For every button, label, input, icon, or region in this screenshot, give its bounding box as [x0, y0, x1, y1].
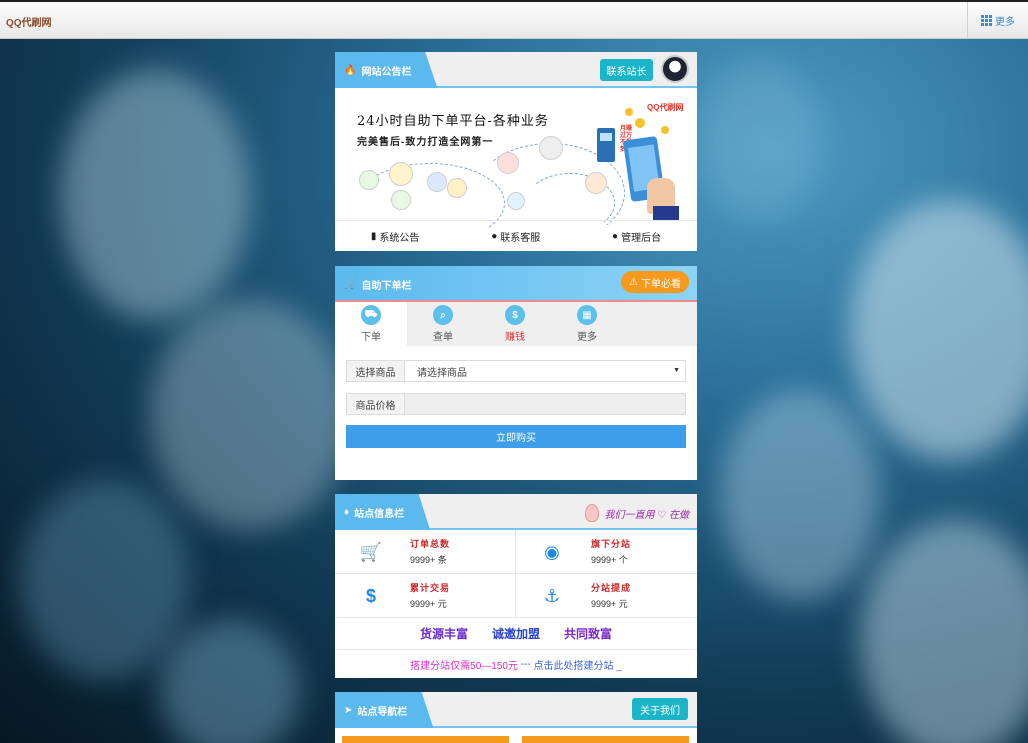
- brand-title[interactable]: QQ代刷网: [6, 14, 52, 29]
- order-title-text: 自助下单栏: [361, 280, 412, 292]
- price-field[interactable]: [405, 394, 685, 414]
- caret-down-icon: ▼: [673, 367, 680, 374]
- must-read-button[interactable]: ⚠ 下单必看: [621, 271, 689, 293]
- warning-icon: ⚠: [629, 276, 638, 288]
- top-navbar: QQ代刷网 更多: [0, 0, 1028, 39]
- stats-grid: 🛒 订单总数 9999+ 条 ◉ 旗下分站 9999+ 个 $ 累计交易 9999+ 元 ⚓…: [335, 530, 697, 618]
- fire-icon: 🔥: [344, 64, 357, 76]
- contact-service-link[interactable]: ● 联系客服: [491, 229, 540, 244]
- banner-subline: 完美售后-致力打造全网第一: [357, 137, 494, 148]
- notice-title-text: 网站公告栏: [361, 66, 412, 78]
- stat-orders: 🛒 订单总数 9999+ 条: [335, 530, 516, 574]
- order-title: 🛒 自助下单栏: [335, 266, 437, 302]
- tag-supply: 货源丰富: [419, 627, 468, 641]
- diamond-icon: ♦: [344, 506, 350, 518]
- qq-icon: ●: [491, 230, 498, 242]
- tab-more[interactable]: ▦ 更多: [551, 302, 623, 346]
- avatar[interactable]: [661, 55, 689, 83]
- product-select[interactable]: 请选择商品 ▼: [405, 361, 685, 381]
- stat-commission: ⚓ 分站提成 9999+ 元: [516, 574, 697, 618]
- stat-transactions: $ 累计交易 9999+ 元: [335, 574, 516, 618]
- nav-title: ➤ 站点导航栏: [335, 692, 434, 728]
- tab-order[interactable]: ⛟ 下单: [335, 302, 407, 346]
- order-tabs: ⛟ 下单 ⌕ 查单 $ 赚钱 ▦ 更多: [335, 302, 697, 346]
- paper-plane-icon: ➤: [344, 704, 353, 716]
- user-icon: ●: [612, 230, 619, 242]
- order-panel: 🛒 自助下单栏 ⚠ 下单必看 ⛟ 下单 ⌕ 查单 $ 赚钱 ▦ 更多 选择商品 请选择商…: [335, 266, 697, 480]
- banner-logo: QQ代刷网: [647, 103, 684, 112]
- order-header: 🛒 自助下单栏 ⚠ 下单必看: [335, 266, 697, 302]
- grid-icon: [981, 15, 992, 26]
- about-us-button[interactable]: 关于我们: [632, 698, 688, 720]
- product-label: 选择商品: [347, 361, 405, 381]
- nav-title-text: 站点导航栏: [357, 706, 408, 718]
- stat-substations: ◉ 旗下分站 9999+ 个: [516, 530, 697, 574]
- notice-header: 🔥 网站公告栏 联系站长: [335, 52, 697, 88]
- notice-links: ▮ 系统公告 ● 联系客服 ● 管理后台: [335, 220, 697, 251]
- nav-header: ➤ 站点导航栏 关于我们: [335, 692, 697, 728]
- buy-now-button[interactable]: 立即购买: [346, 425, 686, 448]
- banner-headline: 24小时自助下单平台-各种业务: [357, 114, 549, 129]
- tab-earn[interactable]: $ 赚钱: [479, 302, 551, 346]
- notice-panel: 🔥 网站公告栏 联系站长 24小时自助下单平台-各种业务 完美售后-致力打造全网…: [335, 52, 697, 251]
- tab-query[interactable]: ⌕ 查单: [407, 302, 479, 346]
- dollar-icon: $: [505, 305, 525, 325]
- nav-panel: ➤ 站点导航栏 关于我们: [335, 692, 697, 743]
- bulb-icon: [585, 504, 600, 522]
- anchor-icon: ⚓: [543, 585, 561, 606]
- dollar-icon: $: [365, 585, 376, 606]
- price-label: 商品价格: [347, 394, 405, 414]
- more-label: 更多: [995, 17, 1015, 28]
- stats-title-text: 站点信息栏: [354, 508, 405, 520]
- nav-button-right[interactable]: [522, 736, 689, 743]
- cart-icon: ⛟: [361, 305, 381, 325]
- tag-join: 诚邀加盟: [491, 627, 540, 641]
- stats-panel: ♦ 站点信息栏 我们一直用 ♡ 在做 🛒 订单总数 9999+ 条 ◉ 旗下分站 999…: [335, 494, 697, 678]
- slogan: 我们一直用 ♡ 在做: [585, 504, 689, 522]
- search-icon: ⌕: [433, 305, 453, 325]
- system-notice-link[interactable]: ▮ 系统公告: [371, 229, 420, 244]
- contact-owner-button[interactable]: 联系站长: [600, 59, 653, 81]
- banner-image: 24小时自助下单平台-各种业务 完美售后-致力打造全网第一 QQ代刷网 月赚过万…: [335, 88, 697, 243]
- cart-icon: 🛒: [359, 541, 383, 562]
- file-icon: ▮: [370, 230, 377, 242]
- price-row: 商品价格: [346, 393, 686, 415]
- cart-icon: 🛒: [344, 278, 357, 290]
- firefox-icon: ◉: [544, 541, 560, 562]
- more-button[interactable]: 更多: [967, 2, 1028, 39]
- stats-title: ♦ 站点信息栏: [335, 494, 431, 530]
- build-substation-link[interactable]: 搭建分站仅需50—150元 --- 点击此处搭建分站 _: [335, 651, 697, 678]
- product-select-row: 选择商品 请选择商品 ▼: [346, 360, 686, 382]
- pos-terminal-illustration: [597, 128, 615, 162]
- admin-panel-link[interactable]: ● 管理后台: [612, 229, 661, 244]
- feature-tags: 货源丰富 诚邀加盟 共同致富: [335, 618, 697, 650]
- tag-prosper: 共同致富: [564, 627, 613, 641]
- apps-icon: ▦: [577, 305, 597, 325]
- nav-button-left[interactable]: [342, 736, 509, 743]
- stats-header: ♦ 站点信息栏 我们一直用 ♡ 在做: [335, 494, 697, 530]
- notice-title: 🔥 网站公告栏: [335, 52, 438, 88]
